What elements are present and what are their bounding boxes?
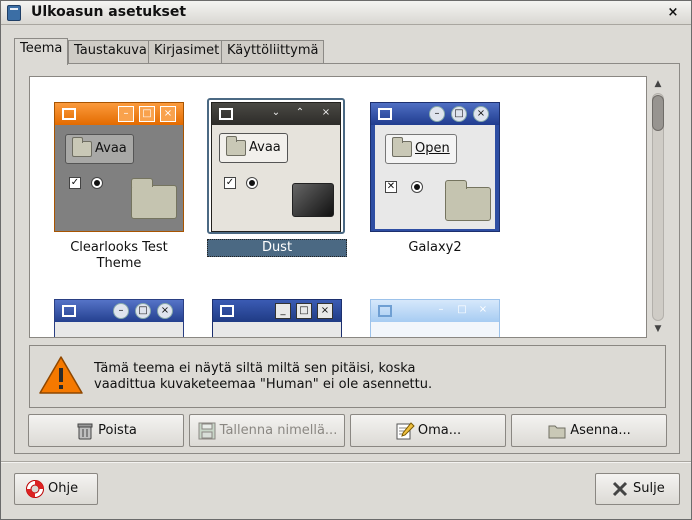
thumb-body xyxy=(55,322,183,337)
tab-taustakuva[interactable]: Taustakuva xyxy=(68,40,153,63)
selection-frame xyxy=(207,98,345,234)
window-icon xyxy=(378,108,392,120)
title-bar[interactable]: Ulkoasun asetukset × xyxy=(1,1,691,25)
scroll-up-icon[interactable]: ▲ xyxy=(650,77,666,91)
window-icon xyxy=(62,305,76,317)
save-as-button[interactable]: Tallenna nimellä... xyxy=(189,414,345,447)
minimize-icon: – xyxy=(113,303,129,319)
separator xyxy=(1,461,691,463)
checkbox-icon: ✓ xyxy=(69,177,81,189)
scroll-thumb[interactable] xyxy=(652,95,664,131)
thumb-titlebar: – □ × xyxy=(371,103,499,125)
window-title: Ulkoasun asetukset xyxy=(31,4,187,20)
close-button[interactable]: Sulje xyxy=(595,473,680,505)
theme-thumbnail-galaxy2[interactable]: – □ × Open ✕ xyxy=(370,102,500,232)
close-icon: × xyxy=(160,106,176,122)
theme-label-dust[interactable]: Dust xyxy=(207,239,347,257)
thumb-titlebar: – □ × xyxy=(55,103,183,125)
thumb-titlebar: – □ × xyxy=(55,300,183,322)
folder-icon xyxy=(131,178,177,219)
maximize-icon: □ xyxy=(451,106,467,122)
close-icon: × xyxy=(473,106,489,122)
scroll-down-icon[interactable]: ▼ xyxy=(650,322,666,336)
trash-icon xyxy=(75,421,95,441)
warning-box: Tämä teema ei näytä siltä miltä sen pitä… xyxy=(29,345,666,408)
close-icon: × xyxy=(317,303,333,319)
folder-icon xyxy=(547,421,567,441)
radio-icon xyxy=(91,177,103,189)
close-icon: × xyxy=(157,303,173,319)
window-icon xyxy=(378,305,392,317)
minimize-icon: – xyxy=(118,106,134,122)
thumb-body: Open ✕ xyxy=(371,125,499,231)
radio-icon xyxy=(411,181,423,193)
minimize-icon: – xyxy=(429,106,445,122)
thumb-open-button: Avaa xyxy=(65,134,134,164)
thumb-titlebar: _ □ × xyxy=(213,300,341,322)
save-icon xyxy=(197,421,217,441)
minimize-icon: – xyxy=(438,304,444,315)
thumb-body xyxy=(371,322,499,337)
custom-theme-button[interactable]: Oma... xyxy=(350,414,506,447)
folder-icon xyxy=(445,180,491,221)
lifebuoy-icon xyxy=(25,479,45,499)
tab-kayttoliittyma[interactable]: Käyttöliittymä xyxy=(221,40,325,63)
help-button[interactable]: Ohje xyxy=(14,473,98,505)
theme-thumbnail-row2-3[interactable]: – □ × xyxy=(370,299,500,337)
warning-icon xyxy=(39,356,83,394)
thumb-body xyxy=(213,322,341,337)
theme-list[interactable]: – □ × Avaa ✓ Clearlooks Test Theme ⌄ ⌃ × xyxy=(29,76,647,338)
thumb-body: Avaa ✓ xyxy=(55,125,183,231)
thumb-open-button: Open xyxy=(385,134,457,164)
install-button[interactable]: Asenna... xyxy=(511,414,667,447)
theme-thumbnail-row2-2[interactable]: _ □ × xyxy=(212,299,342,337)
thumb-titlebar: – □ × xyxy=(371,300,499,322)
maximize-icon: □ xyxy=(135,303,151,319)
maximize-icon: □ xyxy=(296,303,312,319)
maximize-icon: □ xyxy=(457,304,467,315)
close-icon: × xyxy=(478,304,488,315)
folder-icon xyxy=(72,136,92,157)
window-close-button[interactable]: × xyxy=(663,3,683,23)
checkbox-icon: ✕ xyxy=(385,181,397,193)
maximize-icon: □ xyxy=(139,106,155,122)
edit-icon xyxy=(395,421,415,441)
theme-thumbnail-row2-1[interactable]: – □ × xyxy=(54,299,184,337)
close-icon xyxy=(610,479,630,499)
warning-message: Tämä teema ei näytä siltä miltä sen pitä… xyxy=(94,361,433,392)
theme-thumbnail-clearlooks[interactable]: – □ × Avaa ✓ xyxy=(54,102,184,232)
delete-button[interactable]: Poista xyxy=(28,414,184,447)
appearance-dialog: Ulkoasun asetukset × Teema Taustakuva Ki… xyxy=(0,0,692,520)
minimize-icon: _ xyxy=(275,303,291,319)
theme-list-scrollbar[interactable]: ▲ ▼ xyxy=(649,76,666,338)
theme-label-clearlooks[interactable]: Clearlooks Test Theme xyxy=(49,240,189,272)
window-icon xyxy=(7,5,21,21)
window-icon xyxy=(220,305,234,317)
tab-kirjasimet[interactable]: Kirjasimet xyxy=(148,40,226,63)
tab-teema[interactable]: Teema xyxy=(14,38,69,65)
theme-label-galaxy2[interactable]: Galaxy2 xyxy=(365,240,505,256)
folder-icon xyxy=(392,136,412,157)
window-icon xyxy=(62,108,76,120)
